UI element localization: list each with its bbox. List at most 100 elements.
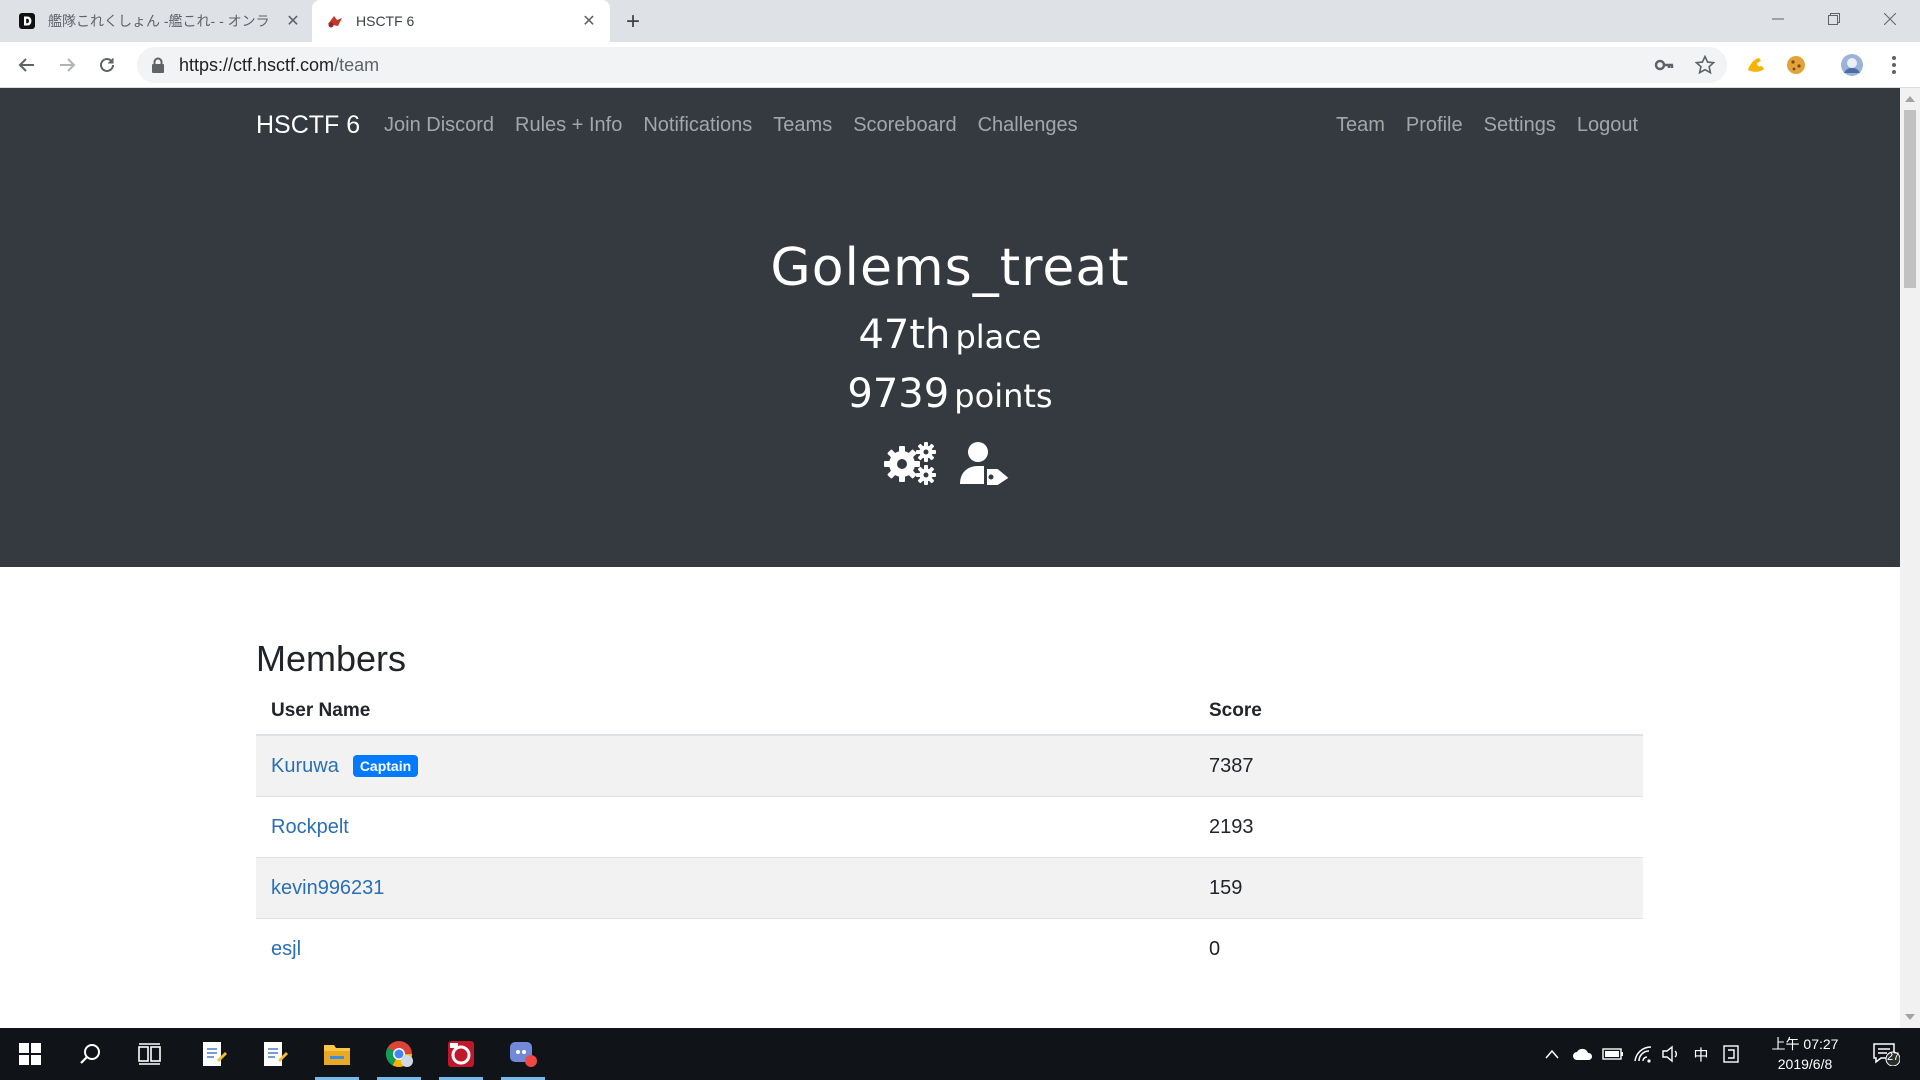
discord-icon xyxy=(510,1042,537,1067)
user-cell: kevin996231 xyxy=(256,877,1209,900)
volume-tray-icon[interactable] xyxy=(1658,1028,1684,1080)
nav-scoreboard[interactable]: Scoreboard xyxy=(853,114,956,137)
member-link[interactable]: kevin996231 xyxy=(271,877,384,900)
close-window-button[interactable] xyxy=(1862,0,1918,38)
close-tab-icon[interactable]: ✕ xyxy=(284,12,302,30)
browser-toolbar: https://ctf.hsctf.com/team xyxy=(0,42,1920,88)
chrome-icon xyxy=(385,1041,413,1068)
ime-indicator[interactable]: 中 xyxy=(1688,1028,1714,1080)
score-cell: 7387 xyxy=(1209,754,1254,777)
taskbar-app-notepad-2[interactable] xyxy=(246,1028,302,1080)
nav-notifications[interactable]: Notifications xyxy=(643,114,752,137)
show-hidden-icons-button[interactable] xyxy=(1540,1028,1564,1080)
search-icon xyxy=(80,1044,100,1064)
table-row: Kuruwa Captain 7387 xyxy=(256,736,1643,797)
back-button[interactable] xyxy=(13,51,41,79)
user-tag-icon[interactable] xyxy=(958,440,1012,486)
close-tab-icon[interactable]: ✕ xyxy=(580,12,598,30)
points-label: points xyxy=(954,377,1053,415)
windows-taskbar: 中 上午 07:27 2019/6/8 27 xyxy=(0,1028,1920,1080)
user-cell: Kuruwa Captain xyxy=(256,755,1209,778)
start-button[interactable] xyxy=(2,1028,58,1080)
taskbar-clock[interactable]: 上午 07:27 2019/6/8 xyxy=(1760,1034,1850,1074)
task-view-button[interactable] xyxy=(122,1028,178,1080)
extension-muscle-icon[interactable] xyxy=(1744,53,1768,77)
document-editor-icon xyxy=(264,1042,288,1066)
site-brand[interactable]: HSCTF 6 xyxy=(256,111,360,140)
onedrive-tray-icon[interactable] xyxy=(1570,1028,1596,1080)
navbar-left-links: Join Discord Rules + Info Notifications … xyxy=(384,114,1078,137)
browser-tab-kancolle[interactable]: 艦隊これくしょん -艦これ- - オンラ ✕ xyxy=(18,0,308,42)
user-cell: Rockpelt xyxy=(256,816,1209,839)
nav-join-discord[interactable]: Join Discord xyxy=(384,114,494,137)
score-cell: 159 xyxy=(1209,876,1243,899)
team-place: 47th place xyxy=(0,312,1900,358)
browser-tab-hsctf[interactable]: HSCTF 6 ✕ xyxy=(312,0,610,42)
scrollbar-thumb[interactable] xyxy=(1904,110,1916,288)
taskbar-app-red[interactable] xyxy=(433,1028,489,1080)
member-link[interactable]: esjl xyxy=(271,938,301,961)
table-header: User Name Score xyxy=(256,688,1643,736)
minimize-window-button[interactable] xyxy=(1750,0,1806,38)
forward-arrow-icon xyxy=(60,58,76,72)
points-number: 9739 xyxy=(847,371,950,417)
search-button[interactable] xyxy=(62,1028,118,1080)
score-cell: 2193 xyxy=(1209,815,1254,838)
password-key-icon[interactable] xyxy=(1652,53,1676,77)
scroll-down-icon[interactable] xyxy=(1905,1014,1915,1020)
scroll-up-icon[interactable] xyxy=(1905,96,1915,102)
forward-button[interactable] xyxy=(53,51,81,79)
folder-icon xyxy=(324,1045,350,1065)
taskbar-app-notepad[interactable] xyxy=(185,1028,241,1080)
taskbar-app-chrome[interactable] xyxy=(371,1028,427,1080)
back-arrow-icon xyxy=(18,58,34,72)
nav-teams[interactable]: Teams xyxy=(773,114,832,137)
wifi-tray-icon[interactable] xyxy=(1630,1028,1656,1080)
reload-button[interactable] xyxy=(93,51,121,79)
members-table: User Name Score Kuruwa Captain 7387 Rock… xyxy=(256,688,1643,980)
column-header-user[interactable]: User Name xyxy=(256,700,1209,722)
place-number: 47th xyxy=(858,312,951,358)
place-label: place xyxy=(955,318,1042,356)
page-scrollbar[interactable] xyxy=(1900,88,1920,1028)
site-navbar: HSCTF 6 Join Discord Rules + Info Notifi… xyxy=(0,88,1900,162)
team-actions xyxy=(884,440,1012,486)
action-center-button[interactable]: 27 xyxy=(1866,1028,1906,1080)
table-row: Rockpelt 2193 xyxy=(256,797,1643,858)
bookmark-star-icon[interactable] xyxy=(1693,53,1717,77)
browser-menu-icon[interactable] xyxy=(1882,53,1906,77)
team-settings-icon[interactable] xyxy=(884,440,938,486)
restore-icon xyxy=(1828,13,1840,25)
taskbar-app-discord[interactable] xyxy=(495,1028,551,1080)
navbar-right-links: Team Profile Settings Logout xyxy=(1336,114,1638,137)
profile-avatar-icon[interactable] xyxy=(1840,53,1864,77)
score-cell: 0 xyxy=(1209,938,1221,960)
nav-logout[interactable]: Logout xyxy=(1577,114,1638,137)
nav-team[interactable]: Team xyxy=(1336,114,1385,137)
chevron-up-icon xyxy=(1545,1049,1559,1059)
tab-strip: 艦隊これくしょん -艦これ- - オンラ ✕ HSCTF 6 ✕ + xyxy=(0,0,1920,42)
url-host: https://ctf.hsctf.com xyxy=(179,54,335,75)
windows-logo-icon xyxy=(19,1043,41,1065)
reload-icon xyxy=(100,57,114,72)
captain-badge: Captain xyxy=(352,755,419,777)
page-content: HSCTF 6 Join Discord Rules + Info Notifi… xyxy=(0,88,1900,1028)
ime-mode-icon[interactable] xyxy=(1718,1028,1744,1080)
extension-cookie-icon[interactable] xyxy=(1784,53,1808,77)
nav-challenges[interactable]: Challenges xyxy=(978,114,1078,137)
team-name: Golems_treat xyxy=(770,238,1130,298)
member-link[interactable]: Rockpelt xyxy=(271,816,349,839)
address-bar[interactable]: https://ctf.hsctf.com/team xyxy=(137,47,1727,83)
new-tab-button[interactable]: + xyxy=(620,8,646,35)
taskbar-app-file-explorer[interactable] xyxy=(309,1028,365,1080)
nav-settings[interactable]: Settings xyxy=(1484,114,1556,137)
lock-icon xyxy=(152,57,164,73)
nav-rules-info[interactable]: Rules + Info xyxy=(515,114,622,137)
battery-tray-icon[interactable] xyxy=(1600,1028,1626,1080)
nav-profile[interactable]: Profile xyxy=(1406,114,1463,137)
member-link[interactable]: Kuruwa xyxy=(271,755,339,778)
minimize-icon xyxy=(1772,18,1784,20)
column-header-score[interactable]: Score xyxy=(1209,700,1262,722)
restore-window-button[interactable] xyxy=(1806,0,1862,38)
document-editor-icon xyxy=(203,1042,227,1066)
